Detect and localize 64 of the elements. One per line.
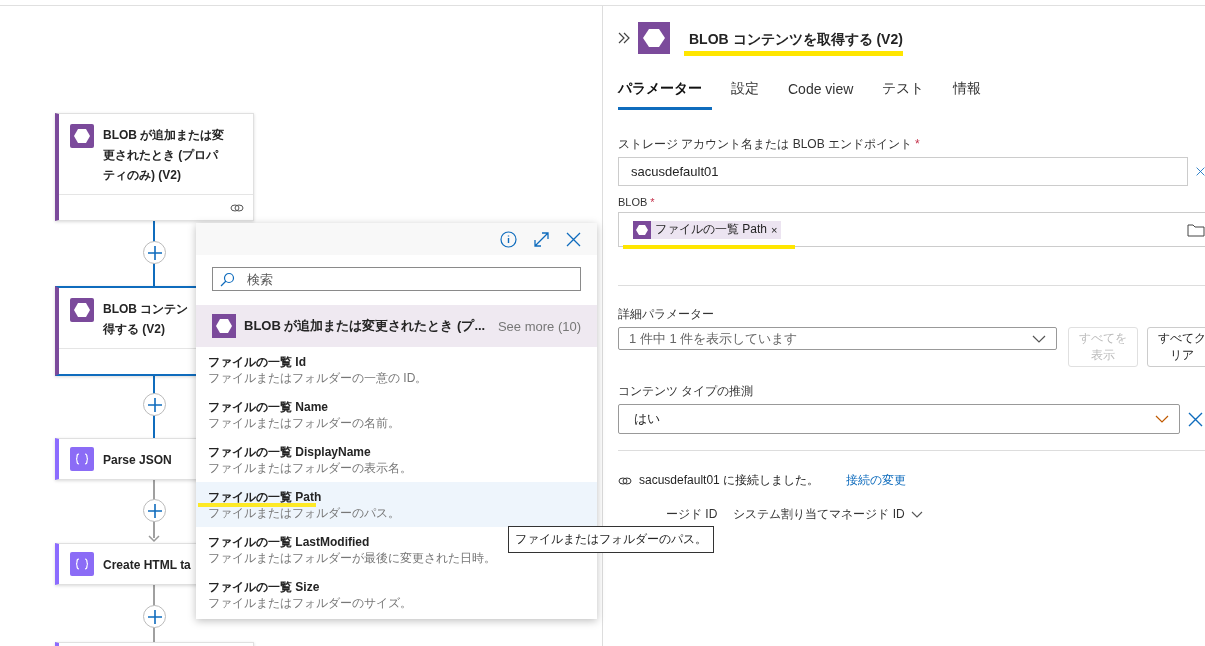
action-icon — [70, 447, 94, 471]
clear-all-button[interactable]: すべてク リア — [1147, 327, 1205, 367]
tab[interactable]: Code view — [788, 74, 864, 110]
card-title: Parse JSON — [103, 451, 172, 469]
see-more-link[interactable]: See more (10) — [497, 318, 581, 334]
tab[interactable]: 設定 — [731, 74, 769, 110]
field-label: 詳細パラメーター — [618, 307, 714, 321]
field-label: コンテンツ タイプの推測 — [618, 384, 754, 398]
blob-icon — [212, 314, 236, 338]
action-icon — [70, 552, 94, 576]
tab[interactable]: テスト — [882, 74, 935, 110]
action-card[interactable]: BLOB が追加または変 更されたとき (プロパ ティのみ) (V2) — [55, 113, 254, 221]
link-icon — [618, 475, 632, 486]
panel-title: BLOB コンテンツを取得する (V2) — [688, 30, 903, 49]
blob-icon — [638, 22, 670, 54]
card-title: Create HTML ta — [103, 556, 191, 574]
token-remove[interactable]: × — [771, 223, 778, 236]
card-title: BLOB が追加または変 — [103, 127, 225, 144]
field-label: ストレージ アカウント名または BLOB エンドポイント — [618, 137, 913, 151]
item-description: ファイルまたはフォルダーのサイズ。 — [208, 594, 412, 611]
add-step-button[interactable] — [143, 605, 166, 628]
storage-field[interactable]: sacusdefault01 — [618, 157, 1188, 186]
action-icon — [70, 298, 94, 322]
content-type-dropdown[interactable]: はい — [618, 404, 1180, 434]
item-name: ファイルの一覧 Name — [208, 398, 329, 415]
action-icon — [70, 124, 94, 148]
folder-icon[interactable] — [1187, 222, 1205, 237]
change-connection-link[interactable]: 接続の変更 — [846, 472, 907, 489]
required-mark: * — [915, 137, 920, 151]
parameter-dropdown[interactable]: 1 件中 1 件を表示しています — [618, 327, 1057, 350]
tab[interactable]: 情報 — [953, 74, 992, 110]
collapse-icon[interactable] — [618, 32, 630, 44]
tab[interactable]: パラメーター — [618, 74, 712, 110]
add-step-button[interactable] — [143, 393, 166, 416]
connection-status: sacusdefault01 に接続しました。 — [639, 472, 820, 489]
dynamic-content-item[interactable]: ファイルの一覧 Name ファイルまたはフォルダーの名前。 — [196, 392, 597, 437]
chevron-down-icon — [1032, 334, 1046, 343]
blob-field[interactable]: ファイルの一覧 Path × — [618, 212, 1205, 247]
card-title: BLOB コンテン — [103, 301, 189, 318]
item-description: ファイルまたはフォルダーのパス。 — [208, 504, 400, 521]
chevron-down-icon — [910, 511, 923, 518]
blob-icon — [633, 220, 651, 239]
item-description: ファイルまたはフォルダーの名前。 — [208, 414, 400, 431]
card-title: ティのみ) (V2) — [103, 167, 182, 184]
chevron-down-icon — [1155, 415, 1169, 423]
expand-icon[interactable] — [533, 230, 550, 248]
group-header[interactable]: BLOB が追加または変更されたとき (プ... See more (10) — [196, 305, 597, 347]
link-icon — [230, 202, 244, 213]
identity-dropdown[interactable]: システム割り当てマネージド ID — [733, 506, 923, 523]
token-label: ファイルの一覧 Path — [655, 221, 768, 238]
required-mark: * — [650, 196, 655, 208]
card-title: 得する (V2) — [103, 321, 166, 338]
tooltip: ファイルまたはフォルダーのパス。 — [508, 526, 714, 553]
card-title: 更されたとき (プロパ — [103, 147, 220, 164]
field-label: ージド ID — [666, 506, 718, 523]
field-label: BLOB — [618, 196, 648, 208]
info-icon[interactable] — [500, 230, 517, 248]
search-field[interactable]: 検索 — [212, 267, 581, 291]
close-icon[interactable] — [566, 231, 581, 247]
add-step-button[interactable] — [143, 499, 166, 522]
clear-icon[interactable] — [1188, 411, 1203, 427]
add-step-button[interactable] — [143, 241, 166, 264]
item-name: ファイルの一覧 Path — [208, 488, 322, 505]
dynamic-content-item[interactable]: ファイルの一覧 Path ファイルまたはフォルダーのパス。 — [196, 482, 597, 527]
